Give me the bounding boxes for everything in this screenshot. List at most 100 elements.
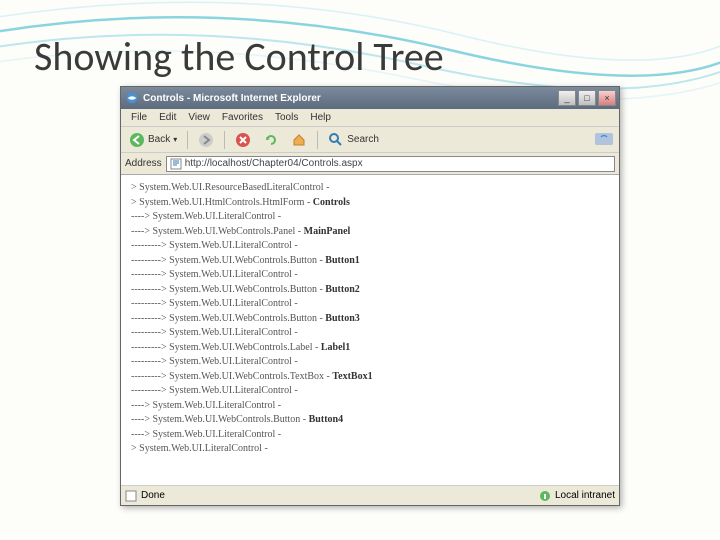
addressbar: Address http://localhost/Chapter04/Contr…	[121, 153, 619, 175]
tree-type: System.Web.UI.LiteralControl	[152, 400, 275, 411]
home-icon	[291, 132, 307, 148]
separator	[224, 131, 225, 149]
page-content: > System.Web.UI.ResourceBasedLiteralCont…	[121, 175, 619, 485]
separator	[317, 131, 318, 149]
tree-line: ----> System.Web.UI.LiteralControl -	[131, 210, 609, 225]
ie-icon	[125, 91, 139, 105]
tree-prefix: ---->	[131, 211, 152, 222]
tree-prefix: ---->	[131, 429, 152, 440]
menu-view[interactable]: View	[182, 112, 216, 123]
tree-line: > System.Web.UI.HtmlControls.HtmlForm - …	[131, 196, 609, 211]
address-input[interactable]: http://localhost/Chapter04/Controls.aspx	[166, 156, 615, 172]
maximize-button[interactable]: □	[578, 90, 596, 106]
tree-type: System.Web.UI.WebControls.Label	[169, 342, 312, 353]
tree-prefix: --------->	[131, 269, 169, 280]
tree-prefix: --------->	[131, 356, 169, 367]
tree-type: System.Web.UI.LiteralControl	[169, 356, 292, 367]
tree-prefix: --------->	[131, 298, 169, 309]
done-icon	[125, 490, 137, 502]
menubar: File Edit View Favorites Tools Help	[121, 109, 619, 127]
search-button[interactable]: Search	[324, 130, 383, 150]
minimize-button[interactable]: _	[558, 90, 576, 106]
tree-line: ---------> System.Web.UI.LiteralControl …	[131, 239, 609, 254]
tree-line: ---------> System.Web.UI.LiteralControl …	[131, 384, 609, 399]
tree-type: System.Web.UI.LiteralControl	[169, 240, 292, 251]
zone-icon	[539, 490, 551, 502]
tree-line: ---------> System.Web.UI.WebControls.But…	[131, 283, 609, 298]
back-button[interactable]: Back ▾	[125, 130, 181, 150]
tree-prefix: --------->	[131, 313, 169, 324]
tree-line: ---------> System.Web.UI.LiteralControl …	[131, 355, 609, 370]
forward-icon	[198, 132, 214, 148]
tree-prefix: >	[131, 197, 139, 208]
tree-line: > System.Web.UI.ResourceBasedLiteralCont…	[131, 181, 609, 196]
tree-prefix: --------->	[131, 327, 169, 338]
status-done: Done	[141, 490, 165, 501]
tree-type: System.Web.UI.HtmlControls.HtmlForm	[139, 197, 304, 208]
search-icon	[328, 132, 344, 148]
tree-type: System.Web.UI.WebControls.Button	[169, 255, 317, 266]
tree-type: System.Web.UI.LiteralControl	[169, 269, 292, 280]
menu-help[interactable]: Help	[304, 112, 337, 123]
tree-type: System.Web.UI.WebControls.Button	[169, 284, 317, 295]
refresh-button[interactable]	[259, 130, 283, 150]
tree-prefix: --------->	[131, 371, 169, 382]
tree-type: System.Web.UI.ResourceBasedLiteralContro…	[139, 182, 323, 193]
statusbar: Done Local intranet	[121, 485, 619, 505]
tree-prefix: --------->	[131, 240, 169, 251]
tree-type: System.Web.UI.WebControls.TextBox	[169, 371, 324, 382]
home-button[interactable]	[287, 130, 311, 150]
ie-window: Controls - Microsoft Internet Explorer _…	[120, 86, 620, 506]
tree-prefix: --------->	[131, 342, 169, 353]
window-title: Controls - Microsoft Internet Explorer	[143, 93, 558, 104]
search-label: Search	[347, 134, 379, 145]
tree-line: ----> System.Web.UI.WebControls.Button -…	[131, 413, 609, 428]
tree-type: System.Web.UI.LiteralControl	[169, 385, 292, 396]
forward-button[interactable]	[194, 130, 218, 150]
address-url: http://localhost/Chapter04/Controls.aspx	[185, 158, 363, 169]
tree-prefix: ---->	[131, 226, 152, 237]
stop-icon	[235, 132, 251, 148]
tree-line: ---------> System.Web.UI.LiteralControl …	[131, 326, 609, 341]
tree-prefix: ---->	[131, 400, 152, 411]
tree-line: ---------> System.Web.UI.WebControls.Tex…	[131, 370, 609, 385]
back-label: Back	[148, 134, 170, 145]
tree-line: ---------> System.Web.UI.LiteralControl …	[131, 268, 609, 283]
menu-file[interactable]: File	[125, 112, 153, 123]
menu-tools[interactable]: Tools	[269, 112, 304, 123]
ie-logo	[593, 129, 615, 151]
menu-edit[interactable]: Edit	[153, 112, 182, 123]
tree-prefix: --------->	[131, 255, 169, 266]
separator	[187, 131, 188, 149]
tree-line: ---------> System.Web.UI.WebControls.Lab…	[131, 341, 609, 356]
tree-line: ---------> System.Web.UI.WebControls.But…	[131, 254, 609, 269]
toolbar: Back ▾ Search	[121, 127, 619, 153]
tree-line: ---------> System.Web.UI.WebControls.But…	[131, 312, 609, 327]
tree-prefix: --------->	[131, 385, 169, 396]
tree-type: System.Web.UI.LiteralControl	[169, 298, 292, 309]
tree-type: System.Web.UI.WebControls.Button	[169, 313, 317, 324]
tree-type: System.Web.UI.WebControls.Panel	[152, 226, 295, 237]
close-button[interactable]: ×	[598, 90, 616, 106]
refresh-icon	[263, 132, 279, 148]
tree-type: System.Web.UI.LiteralControl	[152, 211, 275, 222]
tree-prefix: ---->	[131, 414, 152, 425]
dropdown-icon: ▾	[173, 135, 177, 144]
address-label: Address	[125, 158, 162, 169]
tree-type: System.Web.UI.LiteralControl	[152, 429, 275, 440]
tree-line: ---------> System.Web.UI.LiteralControl …	[131, 297, 609, 312]
titlebar: Controls - Microsoft Internet Explorer _…	[121, 87, 619, 109]
back-icon	[129, 132, 145, 148]
tree-type: System.Web.UI.LiteralControl	[139, 443, 262, 454]
tree-prefix: --------->	[131, 284, 169, 295]
tree-prefix: >	[131, 443, 139, 454]
tree-type: System.Web.UI.LiteralControl	[169, 327, 292, 338]
tree-line: ----> System.Web.UI.LiteralControl -	[131, 428, 609, 443]
menu-favorites[interactable]: Favorites	[216, 112, 269, 123]
status-zone: Local intranet	[555, 490, 615, 501]
tree-prefix: >	[131, 182, 139, 193]
tree-line: > System.Web.UI.LiteralControl -	[131, 442, 609, 457]
slide-title: Showing the Control Tree	[34, 32, 444, 81]
tree-type: System.Web.UI.WebControls.Button	[152, 414, 300, 425]
stop-button[interactable]	[231, 130, 255, 150]
